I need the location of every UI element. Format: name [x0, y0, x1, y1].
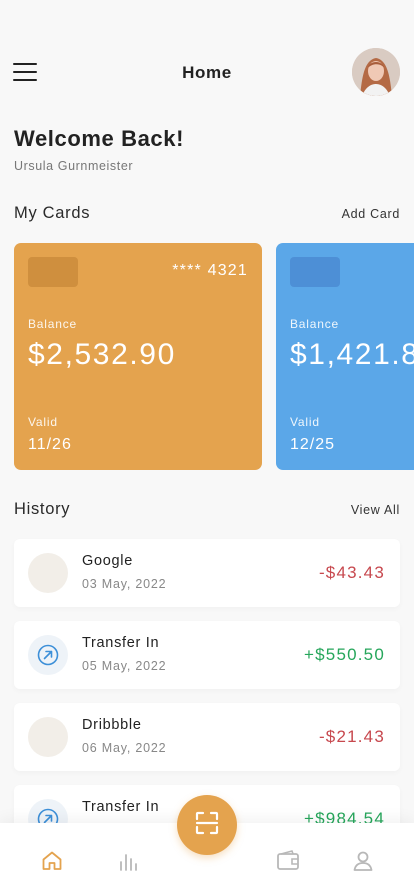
transaction-amount: +$550.50: [304, 645, 385, 664]
card-number: **** 4321: [172, 262, 248, 279]
transaction-row[interactable]: Transfer In 05 May, 2022 +$550.50: [14, 621, 400, 689]
transaction-date: 06 May, 2022: [82, 741, 167, 755]
scan-icon: [194, 810, 220, 841]
user-name: Ursula Gurnmeister: [14, 159, 134, 173]
transaction-date: 05 May, 2022: [82, 659, 167, 673]
stats-icon[interactable]: [113, 846, 143, 876]
balance-value: $2,532.90: [28, 338, 176, 371]
welcome-title: Welcome Back!: [14, 126, 185, 151]
profile-icon[interactable]: [348, 846, 378, 876]
transaction-name: Transfer In: [82, 635, 160, 651]
valid-value: 12/25: [290, 436, 336, 453]
card[interactable]: **** 4321 Balance $2,532.90 Valid 11/26: [14, 243, 262, 470]
transaction-name: Transfer In: [82, 799, 160, 815]
dribbble-logo: [28, 717, 68, 757]
google-logo: [28, 553, 68, 593]
cards-section-header: My Cards Add Card: [14, 204, 400, 226]
cards-carousel[interactable]: **** 4321 Balance $2,532.90 Valid 11/26 …: [14, 243, 414, 470]
wallet-icon[interactable]: [273, 846, 303, 876]
arrow-up-right-icon: [28, 635, 68, 675]
card-chip: [290, 257, 340, 287]
card-chip: [28, 257, 78, 287]
transaction-row[interactable]: Dribbble 06 May, 2022 -$21.43: [14, 703, 400, 771]
balance-value: $1,421.8: [290, 338, 414, 371]
add-card-button[interactable]: Add Card: [342, 207, 400, 221]
card[interactable]: Balance $1,421.8 Valid 12/25: [276, 243, 414, 470]
valid-label: Valid: [290, 415, 320, 429]
transaction-date: 03 May, 2022: [82, 577, 167, 591]
valid-value: 11/26: [28, 436, 72, 453]
history-section-header: History View All: [14, 500, 400, 522]
cards-section-title: My Cards: [14, 204, 91, 222]
transaction-name: Google: [82, 553, 133, 569]
balance-label: Balance: [290, 317, 339, 331]
valid-label: Valid: [28, 415, 58, 429]
top-bar: Home: [0, 46, 414, 98]
history-title: History: [14, 500, 71, 518]
transaction-amount: -$21.43: [318, 727, 385, 746]
transaction-amount: -$43.43: [318, 563, 385, 582]
avatar[interactable]: [352, 48, 400, 96]
scan-button[interactable]: [177, 795, 237, 855]
view-all-button[interactable]: View All: [351, 503, 400, 517]
transaction-row[interactable]: Google 03 May, 2022 -$43.43: [14, 539, 400, 607]
home-icon[interactable]: [37, 846, 67, 876]
transaction-name: Dribbble: [82, 717, 142, 733]
balance-label: Balance: [28, 317, 77, 331]
